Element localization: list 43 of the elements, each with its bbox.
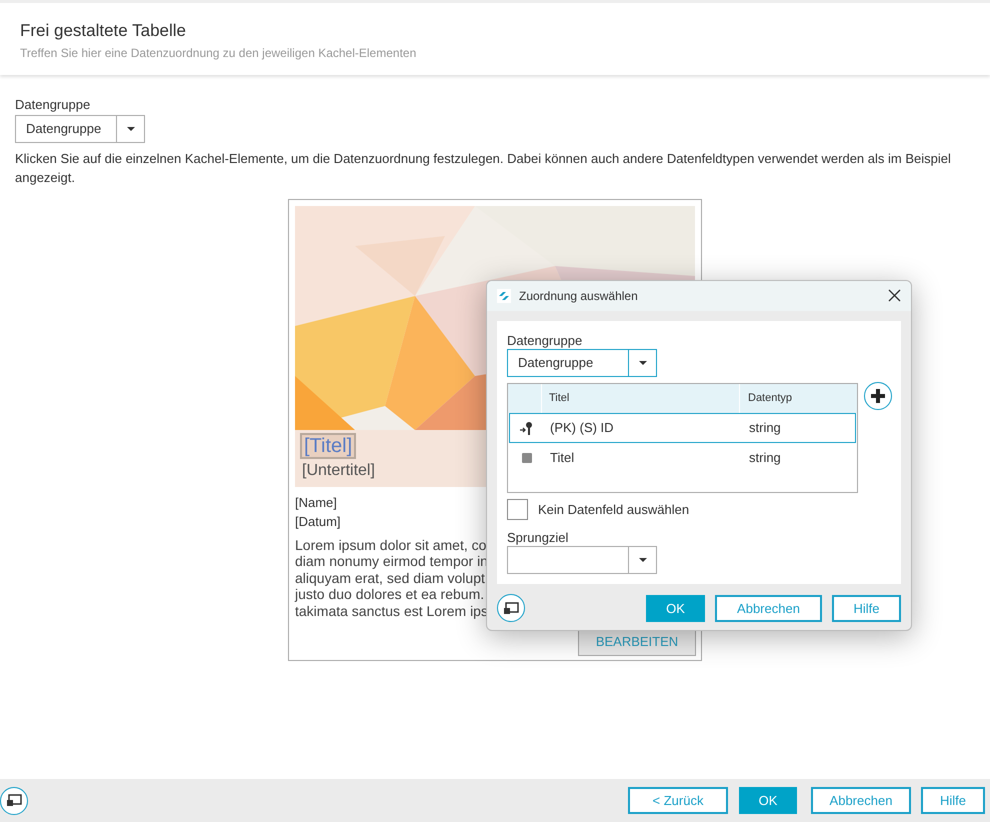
caret-icon (638, 361, 646, 365)
checkbox-label[interactable]: Kein Datenfeld auswählen (538, 500, 690, 520)
tile-title[interactable]: [Titel] (300, 432, 356, 458)
table-cell-text: string (748, 419, 782, 438)
app-logo-icon (497, 289, 511, 303)
body-text-line: justo duo dolores et ea rebum. (295, 586, 484, 602)
footer-button[interactable]: Hilfe (921, 787, 985, 814)
screen-icon (6, 794, 22, 807)
footer-button[interactable]: < Zurück (628, 787, 728, 814)
dropdown[interactable]: Datengruppe (507, 349, 657, 377)
body-text-line: Lorem ipsum dolor sit amet, co (295, 536, 486, 553)
table-cell-text: Titel (549, 449, 576, 468)
column-header[interactable]: Datentyp (739, 384, 857, 413)
close-icon (888, 289, 901, 302)
field-label: Datengruppe (507, 333, 584, 349)
field-label: Datengruppe (15, 96, 92, 114)
body-text-line: aliquyam erat, sed diam volupt (295, 570, 485, 586)
footer-button[interactable]: OK (739, 787, 797, 814)
table-cell-text: (PK) (S) ID (549, 419, 615, 438)
dialog-title: Zuordnung auswählen (519, 288, 639, 305)
display-button[interactable] (497, 594, 525, 622)
table-row[interactable]: (PK) (S) ID string (509, 413, 856, 443)
dropdown[interactable]: Datengruppe (15, 114, 145, 142)
footer-button[interactable]: Abbrechen (811, 787, 911, 814)
add-button[interactable] (864, 382, 892, 410)
plus-icon (871, 389, 885, 403)
instructions-text: Klicken Sie auf die einzelnen Kachel-Elemente, um die Datenzuordnung festzulegen. Dabei können auch andere Datenfeldtypen verwendet werden als im Beispiel angezeigt. (15, 150, 952, 186)
column-header[interactable]: Titel (541, 384, 739, 413)
dialog-button[interactable]: Abbrechen (715, 594, 822, 622)
table-cell-text: string (748, 449, 782, 468)
field-label: Sprungziel (507, 530, 570, 546)
field-icon (522, 453, 532, 463)
caret-icon (638, 558, 646, 562)
checkbox[interactable] (507, 499, 528, 520)
dialog-button[interactable]: OK (646, 594, 705, 622)
screen-icon (503, 602, 519, 614)
display-button[interactable] (0, 786, 28, 814)
page-subtitle: Treffen Sie hier eine Datenzuordnung zu den jeweiligen Kachel-Elementen (20, 45, 418, 62)
key-icon (520, 420, 533, 436)
page-title: Frei gestaltete Tabelle (20, 20, 188, 42)
table-row[interactable]: Titel string (509, 443, 856, 473)
caret-icon (126, 126, 134, 130)
dialog-button[interactable]: Hilfe (832, 594, 901, 622)
